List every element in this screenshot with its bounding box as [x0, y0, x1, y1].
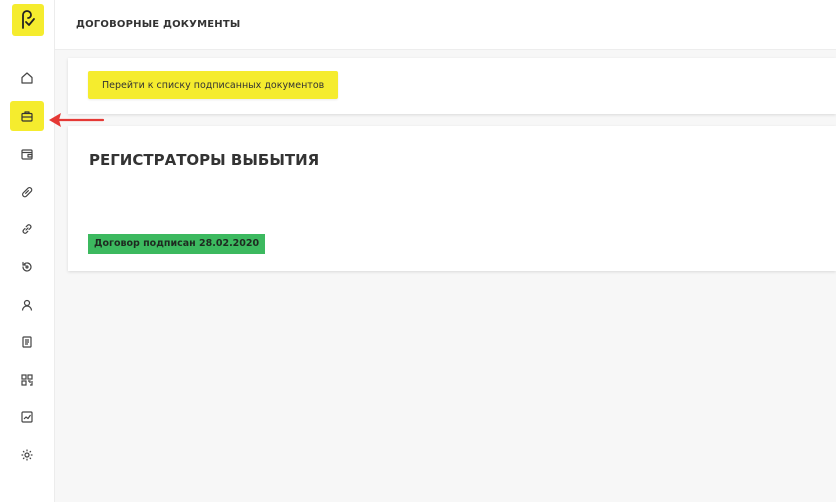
contract-card: РЕГИСТРАТОРЫ ВЫБЫТИЯ Договор подписан 28…	[68, 126, 836, 271]
document-icon	[22, 336, 32, 348]
qr-code-icon	[21, 374, 33, 386]
user-icon	[21, 299, 33, 311]
sidebar-item-drugs[interactable]	[10, 177, 44, 207]
logo-icon	[22, 10, 35, 29]
sidebar-item-home[interactable]	[10, 63, 44, 93]
sidebar-item-settings[interactable]	[10, 440, 44, 470]
sidebar-item-reports[interactable]	[10, 327, 44, 357]
signed-documents-button[interactable]: Перейти к списку подписанных документов	[88, 71, 339, 99]
top-bar: ДОГОВОРНЫЕ ДОКУМЕНТЫ	[55, 0, 836, 50]
sidebar-item-links[interactable]	[10, 214, 44, 244]
gear-icon	[21, 449, 33, 461]
status-badge: Договор подписан 28.02.2020	[88, 234, 266, 254]
app-logo[interactable]	[12, 4, 44, 36]
page-title: ДОГОВОРНЫЕ ДОКУМЕНТЫ	[76, 19, 241, 30]
actions-card: Перейти к списку подписанных документов	[68, 58, 836, 114]
sidebar	[0, 0, 55, 502]
sidebar-item-returns[interactable]	[10, 252, 44, 282]
chart-icon	[21, 411, 33, 423]
sidebar-item-analytics[interactable]	[10, 402, 44, 432]
wallet-icon	[21, 149, 33, 160]
sidebar-item-profile[interactable]	[10, 290, 44, 320]
link-icon	[22, 224, 32, 234]
sidebar-item-wallet[interactable]	[10, 139, 44, 169]
sidebar-item-documents[interactable]	[10, 101, 44, 131]
briefcase-icon	[21, 111, 33, 122]
return-icon	[22, 261, 32, 272]
section-title: РЕГИСТРАТОРЫ ВЫБЫТИЯ	[89, 151, 320, 169]
home-icon	[21, 72, 33, 84]
sidebar-item-qr[interactable]	[10, 365, 44, 395]
pill-icon	[22, 187, 33, 198]
